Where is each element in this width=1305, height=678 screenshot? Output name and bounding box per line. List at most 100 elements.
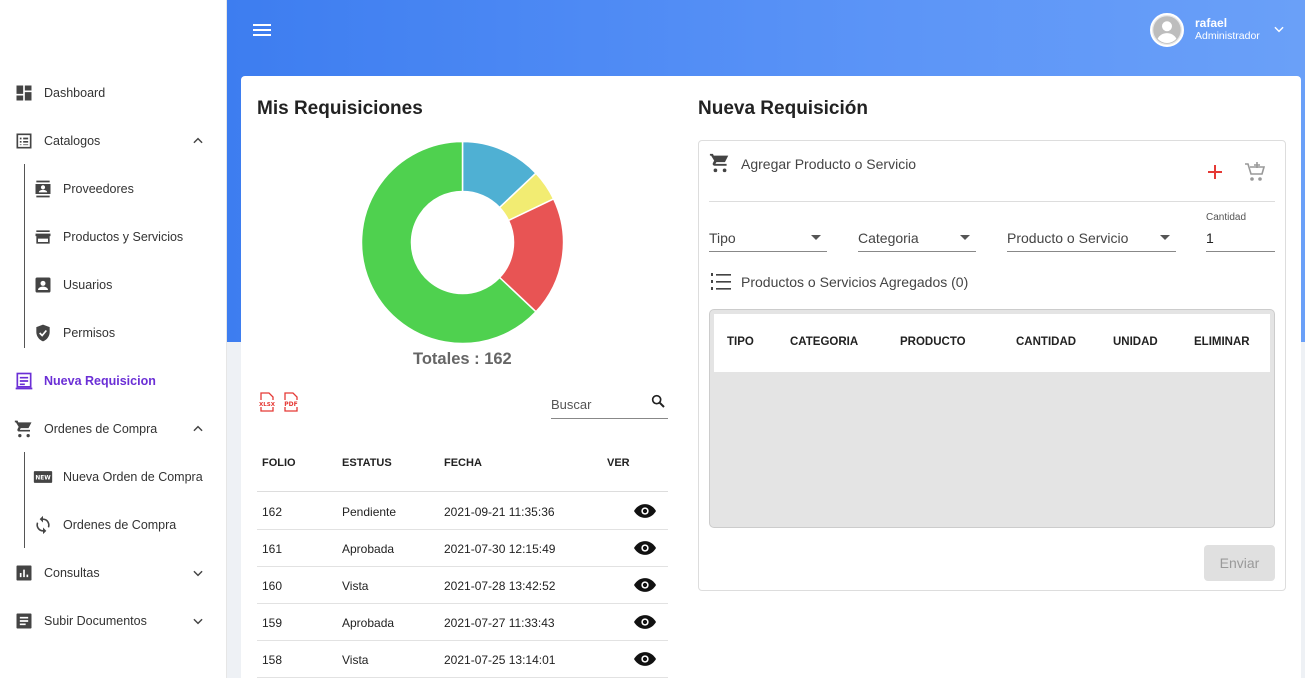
avatar [1150, 13, 1184, 47]
folio-cell: 158 [262, 653, 283, 667]
tipo-select-value: Tipo [709, 230, 736, 246]
sidebar-item-label: Productos y Servicios [63, 230, 184, 244]
sidebar-item-label: Nueva Requisicion [44, 374, 156, 388]
eye-icon[interactable] [634, 615, 656, 629]
search-input[interactable] [551, 397, 646, 412]
fecha-cell: 2021-07-27 11:33:43 [444, 616, 555, 630]
user-menu[interactable]: rafael Administrador [1150, 12, 1284, 48]
fecha-cell: 2021-07-28 13:42:52 [444, 579, 556, 593]
column-header: PRODUCTO [900, 336, 966, 348]
add-product-title: Agregar Producto o Servicio [741, 156, 917, 172]
folio-cell: 160 [262, 579, 283, 593]
eye-icon[interactable] [634, 652, 656, 666]
sidebar-item-consultas[interactable]: Consultas [0, 549, 226, 597]
chevron-down-icon[interactable] [1272, 22, 1286, 41]
eye-icon[interactable] [634, 541, 656, 555]
sidebar-item-subir-documentos[interactable]: Subir Documentos [0, 597, 226, 645]
estatus-cell: Pendiente [342, 505, 397, 519]
sidebar-item-permisos[interactable]: Permisos [0, 309, 226, 357]
table-row: 159 Aprobada 2021-07-27 11:33:43 [257, 604, 668, 641]
section-title: Nueva Requisición [698, 98, 868, 119]
cantidad-input[interactable] [1206, 230, 1266, 246]
column-header: ELIMINAR [1194, 336, 1250, 348]
requisiciones-table-header: FOLIO ESTATUS FECHA VER [257, 446, 668, 492]
pdf-icon[interactable]: PDF [282, 392, 300, 412]
page-title: Mis Requisiciones [257, 98, 423, 119]
categoria-select[interactable]: Categoria [858, 222, 976, 252]
plus-icon[interactable] [1205, 162, 1225, 187]
sidebar: Dashboard Catalogos Proveedores Producto… [0, 0, 227, 678]
estatus-cell: Vista [342, 579, 369, 593]
column-header: UNIDAD [1113, 336, 1158, 348]
form-icon [14, 371, 34, 391]
table-row: 161 Aprobada 2021-07-30 12:15:49 [257, 530, 668, 567]
user-name: rafael [1195, 16, 1228, 30]
column-header: TIPO [727, 336, 754, 348]
column-header: CANTIDAD [1016, 336, 1077, 348]
contact-card-icon [33, 179, 53, 199]
sidebar-item-productos[interactable]: Productos y Servicios [0, 213, 226, 261]
bar-chart-icon [14, 563, 34, 583]
sidebar-item-label: Dashboard [44, 86, 106, 100]
svg-text:PDF: PDF [284, 401, 297, 408]
estatus-cell: Aprobada [342, 616, 395, 630]
xlsx-icon[interactable]: XLSX [258, 392, 276, 412]
table-row: 162 Pendiente 2021-09-21 11:35:36 [257, 493, 668, 530]
list-icon [14, 131, 34, 151]
sidebar-item-label: Catalogos [44, 134, 101, 148]
tipo-select[interactable]: Tipo [709, 222, 827, 252]
sidebar-item-usuarios[interactable]: Usuarios [0, 261, 226, 309]
new-badge-icon: NEW [33, 467, 53, 487]
column-header: FOLIO [262, 457, 296, 469]
added-products-header: TIPO CATEGORIA PRODUCTO CANTIDAD UNIDAD … [714, 314, 1270, 372]
divider [709, 201, 1275, 202]
categoria-select-value: Categoria [858, 230, 919, 246]
chevron-down-icon[interactable] [188, 611, 208, 631]
list-numbered-icon [710, 272, 732, 297]
folio-cell: 162 [262, 505, 283, 519]
search-icon[interactable] [650, 393, 666, 414]
eye-icon[interactable] [634, 578, 656, 592]
chevron-up-icon[interactable] [188, 419, 208, 439]
chevron-down-icon[interactable] [188, 563, 208, 583]
sidebar-item-label: Proveedores [63, 182, 134, 196]
sidebar-item-catalogos[interactable]: Catalogos [0, 117, 226, 165]
eye-icon[interactable] [634, 504, 656, 518]
column-header: FECHA [444, 457, 482, 469]
sidebar-item-ordenes-lista[interactable]: Ordenes de Compra [0, 501, 226, 549]
sidebar-item-label: Ordenes de Compra [44, 422, 158, 436]
cart-icon [14, 419, 34, 439]
document-icon [14, 611, 34, 631]
estatus-cell: Vista [342, 653, 369, 667]
table-row: 160 Vista 2021-07-28 13:42:52 [257, 567, 668, 604]
sidebar-item-label: Usuarios [63, 278, 113, 292]
column-header: VER [607, 457, 630, 469]
fecha-cell: 2021-07-25 13:14:01 [444, 653, 556, 667]
sidebar-item-label: Ordenes de Compra [63, 518, 177, 532]
column-header: ESTATUS [342, 457, 392, 469]
dropdown-arrow-icon [960, 235, 970, 240]
producto-select[interactable]: Producto o Servicio [1007, 222, 1176, 252]
sidebar-item-ordenes-compra[interactable]: Ordenes de Compra [0, 405, 226, 453]
column-header: CATEGORIA [790, 336, 859, 348]
sidebar-item-nueva-requisicion[interactable]: Nueva Requisicion [0, 357, 226, 405]
folio-cell: 159 [262, 616, 283, 630]
svg-text:NEW: NEW [35, 476, 51, 482]
add-to-cart-icon[interactable] [1243, 160, 1267, 189]
cantidad-field[interactable] [1206, 222, 1275, 252]
dropdown-arrow-icon [1160, 235, 1170, 240]
sidebar-item-label: Permisos [63, 326, 116, 340]
cart-icon [709, 152, 731, 179]
sidebar-item-nueva-orden[interactable]: NEW Nueva Orden de Compra [0, 453, 226, 501]
sidebar-item-label: Nueva Orden de Compra [63, 470, 203, 484]
chevron-up-icon[interactable] [188, 131, 208, 151]
sidebar-item-proveedores[interactable]: Proveedores [0, 165, 226, 213]
enviar-button[interactable]: Enviar [1204, 545, 1275, 581]
producto-select-value: Producto o Servicio [1007, 230, 1129, 246]
search-field[interactable] [551, 389, 668, 419]
store-icon [33, 227, 53, 247]
dashboard-icon [14, 83, 34, 103]
sidebar-item-dashboard[interactable]: Dashboard [0, 69, 226, 117]
menu-icon[interactable] [252, 21, 272, 39]
folio-cell: 161 [262, 542, 283, 556]
